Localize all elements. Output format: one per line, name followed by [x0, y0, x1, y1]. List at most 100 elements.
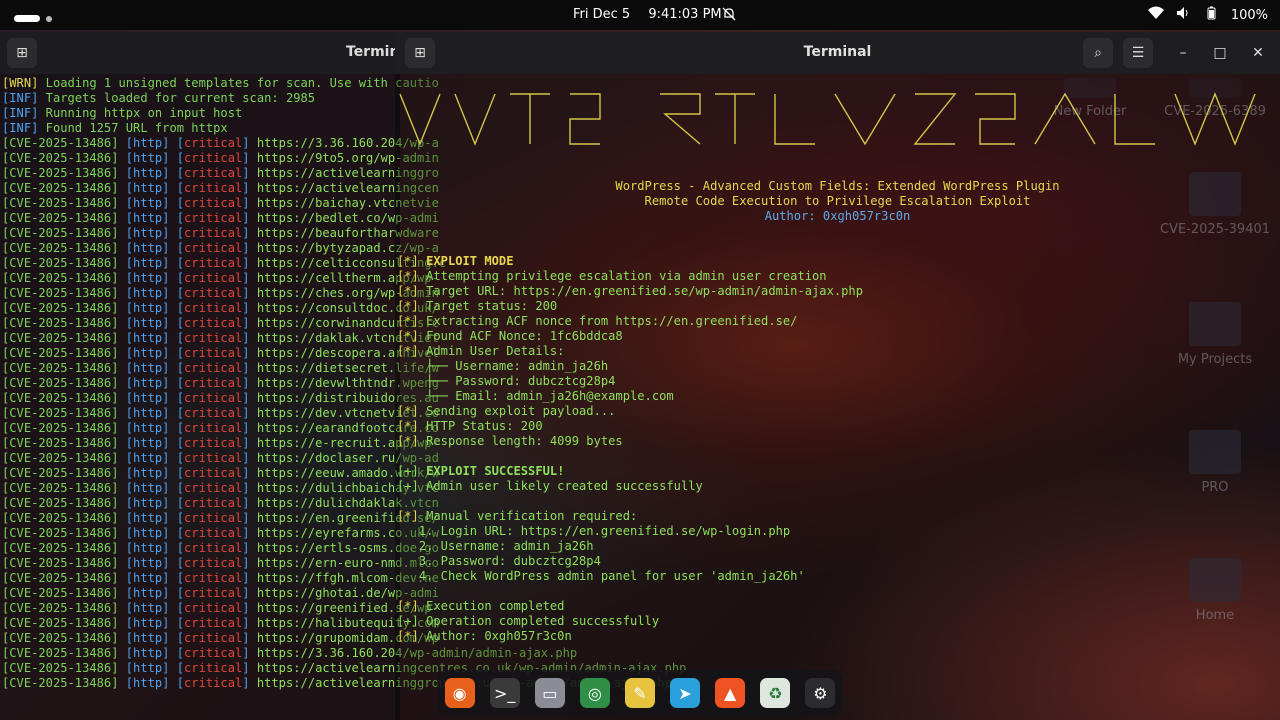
- log-prefix: [*]: [397, 314, 419, 328]
- severity: critical: [184, 196, 243, 210]
- log-text: Running httpx on input host: [38, 106, 243, 120]
- severity: critical: [184, 151, 243, 165]
- log-line: [+] EXPLOIT SUCCESSFUL!: [397, 464, 863, 479]
- cve-id: [CVE-2025-13486]: [2, 226, 126, 240]
- severity: critical: [184, 451, 243, 465]
- new-tab-icon: ⊞: [16, 45, 28, 61]
- protocol: [http]: [125, 676, 177, 690]
- log-prefix: [*]: [397, 284, 419, 298]
- close-icon: ✕: [1252, 45, 1264, 61]
- clock[interactable]: Fri Dec 5 9:41:03 PM: [573, 7, 736, 22]
- files-icon[interactable]: ▭: [534, 678, 565, 708]
- log-tag: [INF]: [2, 106, 39, 120]
- bracket: [: [176, 541, 185, 555]
- trash-icon[interactable]: ♻: [760, 678, 791, 708]
- protocol: [http]: [125, 346, 177, 360]
- log-tag: [WRN]: [2, 76, 39, 90]
- maximize-icon: □: [1213, 45, 1227, 61]
- bracket: ]: [242, 601, 257, 615]
- log-line: [*] Execution completed: [397, 599, 863, 614]
- bracket: [: [176, 436, 185, 450]
- minimize-button[interactable]: –: [1168, 38, 1198, 68]
- system-tray[interactable]: 100%: [1147, 6, 1268, 24]
- maximize-button[interactable]: □: [1205, 38, 1235, 68]
- log-prefix: [*]: [397, 329, 419, 343]
- search-button[interactable]: ⌕: [1083, 38, 1113, 68]
- protocol: [http]: [125, 451, 177, 465]
- severity: critical: [184, 676, 243, 690]
- log-line: 2. Username: admin_ja26h: [397, 539, 863, 554]
- severity: critical: [184, 496, 243, 510]
- bracket: [: [176, 631, 185, 645]
- cve-id: [CVE-2025-13486]: [2, 616, 126, 630]
- close-button[interactable]: ✕: [1243, 38, 1273, 68]
- severity: critical: [184, 541, 243, 555]
- terminal-header-back[interactable]: ⊞ Terminal: [0, 32, 414, 74]
- protocol: [http]: [125, 421, 177, 435]
- log-prefix: [+]: [397, 479, 419, 493]
- bracket: ]: [242, 376, 257, 390]
- protocol: [http]: [125, 241, 177, 255]
- log-line: ├── Password: dubcztcg28p4: [397, 374, 863, 389]
- bracket: [: [176, 316, 185, 330]
- bracket: ]: [242, 541, 257, 555]
- severity: critical: [184, 286, 243, 300]
- severity: critical: [184, 181, 243, 195]
- severity: critical: [184, 646, 243, 660]
- log-prefix: [*]: [397, 299, 419, 313]
- text-editor-icon[interactable]: ✎: [624, 678, 655, 708]
- cve-id: [CVE-2025-13486]: [2, 406, 126, 420]
- log-line: [*] Response length: 4099 bytes: [397, 434, 863, 449]
- log-line: [*] Target URL: https://en.greenified.se…: [397, 284, 863, 299]
- terminal-window-back[interactable]: ⊞ Terminal [WRN] Loading 1 unsigned temp…: [0, 32, 686, 720]
- bracket: ]: [242, 361, 257, 375]
- protocol: [http]: [125, 406, 177, 420]
- menu-button[interactable]: ☰: [1123, 38, 1153, 68]
- bracket: [: [176, 421, 185, 435]
- protocol: [http]: [125, 301, 177, 315]
- bracket: ]: [242, 166, 257, 180]
- log-text: Extracting ACF nonce from https://en.gre…: [418, 314, 798, 328]
- protocol: [http]: [125, 586, 177, 600]
- bracket: [: [176, 166, 185, 180]
- cve-id: [CVE-2025-13486]: [2, 556, 126, 570]
- log-prefix: [*]: [397, 419, 419, 433]
- log-text: Operation completed successfully: [418, 614, 660, 628]
- bracket: ]: [242, 241, 257, 255]
- chrome-icon[interactable]: ◎: [579, 678, 610, 708]
- log-prefix: [*]: [397, 269, 419, 283]
- severity: critical: [184, 556, 243, 570]
- terminal-icon[interactable]: >_: [489, 678, 520, 708]
- apps-grid-icon[interactable]: ⚙: [805, 678, 836, 708]
- terminal-header-front[interactable]: ⊞ Terminal ⌕ ☰ – □ ✕: [395, 32, 1280, 74]
- cve-id: [CVE-2025-13486]: [2, 181, 126, 195]
- severity: critical: [184, 616, 243, 630]
- log-line: [*] Extracting ACF nonce from https://en…: [397, 314, 863, 329]
- log-prefix: [*]: [397, 434, 419, 448]
- cve-id: [CVE-2025-13486]: [2, 391, 126, 405]
- log-prefix: [*]: [397, 254, 419, 268]
- new-tab-button[interactable]: ⊞: [7, 38, 37, 68]
- telegram-icon[interactable]: ➤: [670, 678, 701, 708]
- workspace-indicator[interactable]: [14, 11, 52, 26]
- brave-icon[interactable]: ▲: [715, 678, 746, 708]
- bracket: ]: [242, 511, 257, 525]
- top-bar: Fri Dec 5 9:41:03 PM 100%: [0, 0, 1280, 30]
- firefox-icon[interactable]: ◉: [444, 678, 475, 708]
- log-text: 3. Password: dubcztcg28p4: [397, 554, 601, 568]
- notifications-muted-icon[interactable]: [722, 7, 736, 25]
- bracket: ]: [242, 526, 257, 540]
- log-line: [397, 449, 863, 464]
- terminal-window-front[interactable]: ⊞ Terminal ⌕ ☰ – □ ✕ WordPress - Advance…: [395, 32, 1280, 720]
- protocol: [http]: [125, 616, 177, 630]
- protocol: [http]: [125, 391, 177, 405]
- bracket: [: [176, 211, 185, 225]
- bracket: [: [176, 496, 185, 510]
- bracket: ]: [242, 316, 257, 330]
- protocol: [http]: [125, 316, 177, 330]
- protocol: [http]: [125, 181, 177, 195]
- bracket: [: [176, 451, 185, 465]
- exploit-output: [*] EXPLOIT MODE [*] Attempting privilege…: [397, 254, 863, 644]
